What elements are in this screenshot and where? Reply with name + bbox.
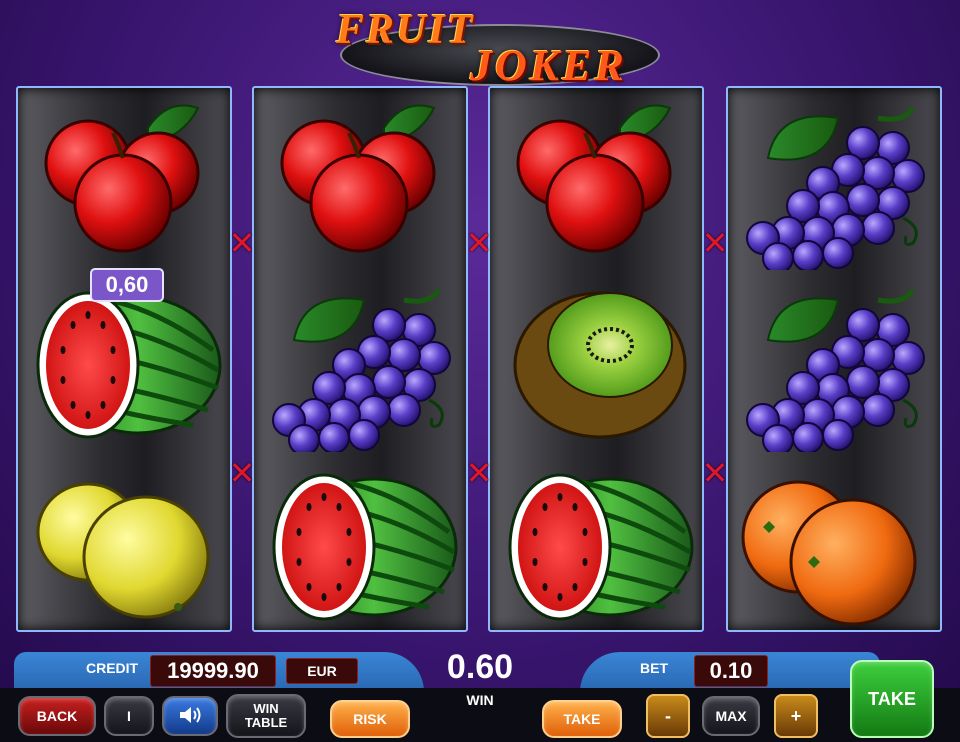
risk-button[interactable]: RISK xyxy=(330,700,410,738)
reel-2 xyxy=(252,86,468,632)
kiwi-symbol xyxy=(490,270,702,452)
bet-plus-button[interactable]: + xyxy=(774,694,818,738)
line-win-badge: 0,60 xyxy=(90,268,164,302)
orange-symbol xyxy=(728,452,940,634)
payline-marker: ✕ xyxy=(701,454,729,492)
payline-marker: ✕ xyxy=(465,454,493,492)
logo-fruit-text: FRUIT xyxy=(336,7,475,53)
payline-marker: ✕ xyxy=(465,224,493,262)
win-value: 0.60 xyxy=(446,648,514,686)
bet-value: 0.10 xyxy=(694,655,768,687)
bet-minus-button[interactable]: - xyxy=(646,694,690,738)
credit-value: 19999.90 xyxy=(150,655,276,687)
grapes-symbol xyxy=(254,270,466,452)
speaker-icon xyxy=(178,705,202,728)
sound-button[interactable] xyxy=(162,696,218,736)
credit-label: CREDIT xyxy=(86,660,139,676)
lemon-symbol xyxy=(18,452,230,634)
reel-4 xyxy=(726,86,942,632)
apple-symbol xyxy=(490,88,702,270)
max-bet-button[interactable]: MAX xyxy=(702,696,760,736)
reel-1 xyxy=(16,86,232,632)
payline-marker: ✕ xyxy=(228,454,256,492)
back-button[interactable]: BACK xyxy=(18,696,96,736)
apple-symbol xyxy=(254,88,466,270)
win-table-line1: WIN xyxy=(253,701,279,716)
payline-marker: ✕ xyxy=(701,224,729,262)
win-table-line2: TABLE xyxy=(244,715,288,730)
take-small-button[interactable]: TAKE xyxy=(542,700,622,738)
win-table-button[interactable]: WIN TABLE xyxy=(226,694,306,738)
win-label: WIN xyxy=(466,692,494,708)
reel-3 xyxy=(488,86,704,632)
payline-marker: ✕ xyxy=(228,224,256,262)
reels-area xyxy=(14,84,946,636)
info-button[interactable]: I xyxy=(104,696,154,736)
take-button[interactable]: TAKE xyxy=(850,660,934,738)
currency-label: EUR xyxy=(286,658,358,684)
game-logo: FRUIT JOKER xyxy=(330,6,660,90)
watermelon-symbol xyxy=(490,452,702,634)
watermelon-symbol xyxy=(254,452,466,634)
grapes-symbol xyxy=(728,88,940,270)
apple-symbol xyxy=(18,88,230,270)
grapes-symbol xyxy=(728,270,940,452)
bet-label: BET xyxy=(640,660,668,676)
